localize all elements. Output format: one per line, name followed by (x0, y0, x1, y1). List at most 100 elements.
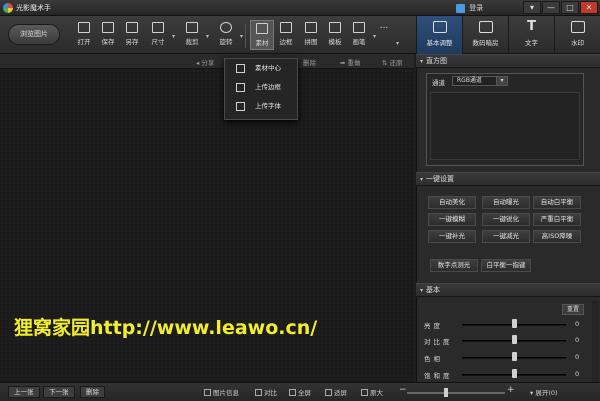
info-icon (204, 389, 211, 396)
tab-basic-adjust[interactable]: 基本调整 (416, 16, 462, 54)
white-balance-pick-button[interactable]: 白平衡一指键 (481, 259, 531, 272)
maximize-button[interactable]: □ (561, 1, 579, 14)
restore-label: 还原 (389, 59, 403, 67)
auto-beautify-button[interactable]: 自动美化 (428, 196, 476, 209)
tool-collage[interactable]: 拼图 (299, 20, 323, 50)
menu-item-label: 上传字体 (255, 102, 281, 110)
tool-border[interactable]: 边框 (274, 20, 298, 50)
panel-scrollbar[interactable] (592, 300, 599, 382)
tool-save-as[interactable]: 另存 (120, 20, 144, 50)
tool-rotate[interactable]: 旋转 ▾ (214, 20, 243, 50)
tool-open[interactable]: 打开 (72, 20, 96, 50)
tool-save[interactable]: 保存 (96, 20, 120, 50)
site-watermark-text: 狸窝家园http://www.leawo.cn/ (14, 317, 318, 339)
auto-exposure-button[interactable]: 自动曝光 (482, 196, 530, 209)
login-button[interactable]: 登录 (456, 3, 483, 13)
histogram-title: 直方图 (426, 57, 448, 65)
basic-section-header[interactable]: ▾ 基本 (416, 283, 600, 297)
spot-metering-button[interactable]: 数字点测光 (430, 259, 478, 272)
chevron-down-icon[interactable]: ▾ (396, 40, 399, 47)
hue-slider-thumb[interactable] (512, 352, 517, 361)
hue-slider-row: 色相 0 (420, 351, 584, 363)
border-icon (280, 22, 292, 33)
tool-crop[interactable]: 裁剪 ▾ (180, 20, 209, 50)
tab-text[interactable]: T 文字 (508, 16, 554, 54)
more-icon: ... (379, 21, 389, 31)
contrast-slider-thumb[interactable] (512, 335, 517, 344)
upload-border-icon (236, 83, 245, 92)
menu-item-material-center[interactable]: 素材中心 (225, 59, 297, 78)
skin-menu-button[interactable]: ▾ (523, 1, 541, 14)
contrast-value: 0 (575, 336, 580, 344)
one-click-sharpen-button[interactable]: 一键锐化 (482, 213, 530, 226)
image-info-label: 图片信息 (213, 389, 239, 397)
crop-icon (186, 22, 198, 33)
menu-item-upload-font[interactable]: 上传字体 (225, 97, 297, 116)
restore-button[interactable]: ⇅ 还原 (382, 57, 403, 67)
chevron-down-icon[interactable]: ▾ (172, 33, 175, 40)
fit-screen-button[interactable]: 适屏 (325, 387, 347, 397)
tool-resize[interactable]: 尺寸 ▾ (146, 20, 175, 50)
delete-action-button[interactable]: 删除 (303, 57, 316, 67)
collapse-arrow-icon: ▾ (420, 176, 424, 183)
bottom-status-bar: 上一张 下一张 删除 图片信息 对比 全屏 适屏 原大 − + ▾ 展开(0) (0, 382, 600, 401)
reset-button[interactable]: 重置 (562, 304, 584, 315)
image-info-button[interactable]: 图片信息 (204, 387, 239, 397)
expand-filmstrip-button[interactable]: ▾ 展开(0) (530, 387, 558, 397)
share-button[interactable]: ◂ 分享 (196, 57, 214, 67)
histogram-section-header[interactable]: ▾ 直方图 (416, 54, 600, 68)
close-button[interactable]: ✕ (580, 1, 598, 14)
material-center-icon (236, 64, 245, 73)
zoom-slider-thumb[interactable] (444, 388, 449, 397)
tool-more[interactable]: ... ▾ (372, 20, 399, 50)
compare-button[interactable]: 对比 (255, 387, 277, 397)
resize-icon (152, 22, 164, 33)
redo-button[interactable]: ➦ 重做 (340, 57, 361, 67)
next-image-button[interactable]: 下一张 (43, 386, 75, 398)
menu-item-label: 上传边框 (255, 83, 281, 91)
app-title: 光影魔术手 (16, 4, 51, 12)
saturation-slider-thumb[interactable] (512, 369, 517, 378)
original-size-button[interactable]: 原大 (361, 387, 383, 397)
collapse-arrow-icon: ▾ (420, 287, 424, 294)
share-label: 分享 (201, 59, 215, 67)
fit-screen-icon (325, 389, 332, 396)
fullscreen-button[interactable]: 全屏 (289, 387, 311, 397)
tab-darkroom[interactable]: 数码暗房 (462, 16, 508, 54)
saturation-value: 0 (575, 370, 580, 378)
saturation-slider-row: 饱和度 0 (420, 368, 584, 380)
brush-icon (353, 22, 365, 33)
one-click-reduce-light-button[interactable]: 一键减光 (482, 230, 530, 243)
auto-white-balance-button[interactable]: 自动白平衡 (533, 196, 581, 209)
zoom-in-button[interactable]: + (507, 385, 515, 395)
minimize-button[interactable]: — (542, 1, 560, 14)
redo-label: 重做 (347, 59, 361, 67)
tool-save-as-label: 另存 (125, 38, 139, 46)
channel-dropdown-arrow-icon[interactable]: ▾ (496, 76, 508, 86)
zoom-out-button[interactable]: − (399, 385, 407, 395)
tab-watermark[interactable]: 水印 (554, 16, 600, 54)
tab-watermark-label: 水印 (571, 39, 584, 47)
menu-item-upload-border[interactable]: 上传边框 (225, 78, 297, 97)
one-click-section-header[interactable]: ▾ 一键设置 (416, 172, 600, 186)
chevron-down-icon[interactable]: ▾ (240, 33, 243, 40)
strict-white-balance-button[interactable]: 严重白平衡 (533, 213, 581, 226)
tool-template[interactable]: 模板 (323, 20, 347, 50)
high-iso-denoise-button[interactable]: 高ISO降噪 (533, 230, 581, 243)
one-click-fill-light-button[interactable]: 一键补光 (428, 230, 476, 243)
browse-images-button[interactable]: 浏览图片 (8, 24, 60, 45)
zoom-slider-track[interactable] (407, 392, 505, 394)
tool-brush[interactable]: 画笔 ▾ (347, 20, 376, 50)
chevron-down-icon[interactable]: ▾ (206, 33, 209, 40)
toolbar-divider (245, 24, 246, 48)
tool-resize-label: 尺寸 (151, 38, 165, 46)
delete-image-button[interactable]: 删除 (80, 386, 105, 398)
edit-action-bar: ◂ 分享 删除 ➦ 重做 ⇅ 还原 (0, 54, 414, 69)
tool-rotate-label: 旋转 (219, 38, 233, 46)
brightness-slider-thumb[interactable] (512, 319, 517, 328)
menu-item-label: 素材中心 (255, 64, 281, 72)
tool-material[interactable]: 素材 (250, 20, 274, 50)
previous-image-button[interactable]: 上一张 (8, 386, 40, 398)
tab-text-label: 文字 (525, 39, 538, 47)
one-click-blur-button[interactable]: 一键模糊 (428, 213, 476, 226)
